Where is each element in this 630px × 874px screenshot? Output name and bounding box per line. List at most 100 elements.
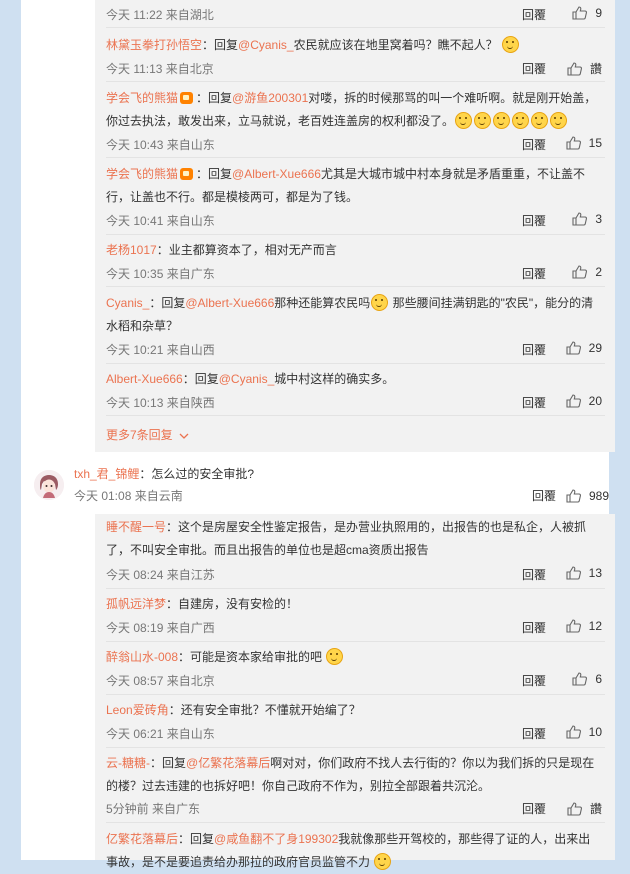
reply-button[interactable]: 回覆 [522, 394, 546, 411]
like-button[interactable]: 989 [566, 486, 609, 506]
mention-link[interactable]: @Albert-Xue666 [232, 167, 321, 181]
reply-button[interactable]: 回覆 [522, 136, 546, 153]
smirk-emoji-icon [550, 112, 568, 129]
like-button[interactable]: 12 [566, 619, 602, 633]
reply-button[interactable]: 回覆 [522, 800, 546, 817]
reply-username[interactable]: 亿繁花落幕后 [106, 832, 178, 846]
mention-link[interactable]: @亿繁花落幕后 [186, 756, 270, 770]
reply-username[interactable]: 老杨1017 [106, 243, 157, 257]
like-count: 989 [588, 489, 609, 503]
reply-item: 云-糖糖-：回复@亿繁花落幕后啊对对，你们政府不找人去行街的？你以为我们拆的只是… [95, 752, 615, 823]
smirk-emoji-icon [531, 112, 549, 129]
thumbs-up-icon [566, 394, 581, 408]
reply-meta: 今天 10:43 来自山东 [106, 138, 215, 152]
like-count: 29 [588, 341, 602, 355]
reply-button[interactable]: 回覆 [522, 566, 546, 583]
reply-username[interactable]: 孤帆远洋梦 [106, 597, 166, 611]
comment-meta: 今天 01:08 来自云南 [74, 489, 183, 503]
reply-item: 孤帆远洋梦：自建房，没有安检的！ 今天 08:19 来自广西 回覆 12 [95, 593, 615, 642]
vip-badge-icon [180, 92, 194, 104]
reply-text: Albert-Xue666：回复@Cyanis_城中村这样的确实多。 [106, 372, 395, 386]
like-button[interactable]: 2 [572, 265, 602, 279]
like-count: 13 [588, 566, 602, 580]
thumbs-up-icon [566, 341, 581, 355]
reply-username[interactable]: 云-糖糖- [106, 756, 150, 770]
mention-link[interactable]: @Cyanis_ [238, 38, 294, 52]
vip-badge-icon [180, 168, 194, 180]
like-count: 9 [595, 6, 602, 20]
reply-panel: 睡不醒一号：这个是房屋安全性鉴定报告，是办营业执照用的，出报告的也是私企，人被抓… [95, 514, 615, 870]
reply-item: 林黛玉拳打孙悟空：回复@Cyanis_农民就应该在地里窝着吗？瞧不起人？ 今天 … [95, 34, 615, 82]
reply-text: 林黛玉拳打孙悟空：回复@Cyanis_农民就应该在地里窝着吗？瞧不起人？ [106, 34, 601, 57]
like-button[interactable]: 15 [566, 136, 602, 150]
reply-meta: 今天 08:24 来自江苏 [106, 568, 215, 582]
like-count: 10 [588, 725, 602, 739]
like-count: 3 [595, 212, 602, 226]
reply-button[interactable]: 回覆 [522, 6, 546, 23]
reply-username[interactable]: Cyanis_ [106, 296, 149, 310]
reply-button[interactable]: 回覆 [522, 60, 546, 77]
reply-panel: 今天 11:22 来自湖北 回覆 9 林黛玉拳打孙悟空：回复@Cyanis_农民… [95, 0, 615, 452]
reply-username[interactable]: 醉翁山水-008 [106, 650, 178, 664]
reply-item: 学会飞的熊猫 ：回复@游鱼200301对喽，拆的时候那骂的叫一个难听啊。就是刚开始… [95, 87, 615, 158]
reply-button[interactable]: 回覆 [522, 212, 546, 229]
reply-meta: 今天 06:21 来自山东 [106, 727, 215, 741]
reply-username[interactable]: Leon爱砖角 [106, 703, 169, 717]
reply-text: 亿繁花落幕后：回复@咸鱼翻不了身199302我就像那些开驾校的，那些得了证的人，… [106, 832, 591, 870]
smirk-emoji-icon [326, 648, 344, 665]
reply-text: 老杨1017：业主都算资本了，相对无产而言 [106, 243, 337, 257]
reply-username[interactable]: 林黛玉拳打孙悟空 [106, 38, 202, 52]
reply-meta: 今天 10:21 来自山西 [106, 343, 215, 357]
reply-button[interactable]: 回覆 [532, 486, 556, 506]
reply-button[interactable]: 回覆 [522, 341, 546, 358]
reply-username[interactable]: 睡不醒一号 [106, 520, 166, 534]
reply-text: Leon爱砖角：还有安全审批？不懂就开始编了？ [106, 703, 361, 717]
like-button[interactable]: 3 [572, 212, 602, 226]
reply-meta: 今天 10:13 来自陕西 [106, 396, 215, 410]
chevron-down-icon [179, 433, 189, 439]
smirk-emoji-icon [474, 112, 492, 129]
reply-button[interactable]: 回覆 [522, 619, 546, 636]
mention-link[interactable]: @Albert-Xue666 [185, 296, 274, 310]
mention-link[interactable]: @Cyanis_ [219, 372, 275, 386]
comment-text: txh_君_锦鲤：怎么过的安全审批? [74, 467, 255, 481]
reply-username[interactable]: Albert-Xue666 [106, 372, 183, 386]
thumbs-up-icon [566, 136, 581, 150]
more-replies-link[interactable]: 更多7条回复 [106, 426, 189, 443]
reply-item: 亿繁花落幕后：回复@咸鱼翻不了身199302我就像那些开驾校的，那些得了证的人，… [95, 828, 615, 870]
like-button[interactable]: 13 [566, 566, 602, 580]
reply-text: 学会飞的熊猫 ：回复@游鱼200301对喽，拆的时候那骂的叫一个难听啊。就是刚开始… [106, 91, 597, 129]
like-button[interactable]: 9 [572, 6, 602, 20]
reply-item: Leon爱砖角：还有安全审批？不懂就开始编了？ 今天 06:21 来自山东 回覆… [95, 699, 615, 748]
reply-button[interactable]: 回覆 [522, 265, 546, 282]
reply-item: Cyanis_：回复@Albert-Xue666那种还能算农民吗 那些腰间挂满钥… [95, 292, 615, 364]
comment-feed: 今天 11:22 来自湖北 回覆 9 林黛玉拳打孙悟空：回复@Cyanis_农民… [21, 0, 615, 870]
comment-username[interactable]: txh_君_锦鲤 [74, 467, 139, 481]
reply-text: 学会飞的熊猫 ：回复@Albert-Xue666尤其是大城市城中村本身就是矛盾重重… [106, 167, 585, 204]
avatar-image [34, 470, 64, 500]
mention-link[interactable]: @咸鱼翻不了身199302 [214, 832, 338, 846]
reply-username[interactable]: 学会飞的熊猫 [106, 91, 178, 105]
like-button[interactable]: 讚 [567, 800, 602, 817]
reply-meta: 今天 11:13 来自北京 [106, 62, 214, 76]
reply-button[interactable]: 回覆 [522, 725, 546, 742]
thumbs-up-icon [572, 672, 588, 686]
thumbs-up-icon [572, 265, 588, 279]
reply-username[interactable]: 学会飞的熊猫 [106, 167, 178, 181]
like-button[interactable]: 6 [572, 672, 602, 686]
reply-text: 睡不醒一号：这个是房屋安全性鉴定报告，是办营业执照用的，出报告的也是私企，人被抓… [106, 520, 587, 557]
like-button[interactable]: 10 [566, 725, 602, 739]
reply-text: Cyanis_：回复@Albert-Xue666那种还能算农民吗 那些腰间挂满钥… [106, 294, 594, 333]
reply-item: Albert-Xue666：回复@Cyanis_城中村这样的确实多。 今天 10… [95, 368, 615, 416]
like-button[interactable]: 20 [566, 394, 602, 408]
like-count: 讚 [589, 802, 602, 816]
reply-item: 今天 11:22 来自湖北 回覆 9 [95, 0, 615, 28]
like-button[interactable]: 讚 [567, 60, 602, 77]
like-button[interactable]: 29 [566, 341, 602, 355]
avatar[interactable] [34, 470, 64, 500]
reply-item: 醉翁山水-008：可能是资本家给审批的吧 今天 08:57 来自北京 回覆 6 [95, 646, 615, 695]
thinking-emoji-icon [501, 36, 519, 53]
thumbs-up-icon [566, 619, 581, 633]
reply-button[interactable]: 回覆 [522, 672, 546, 689]
mention-link[interactable]: @游鱼200301 [232, 91, 308, 105]
